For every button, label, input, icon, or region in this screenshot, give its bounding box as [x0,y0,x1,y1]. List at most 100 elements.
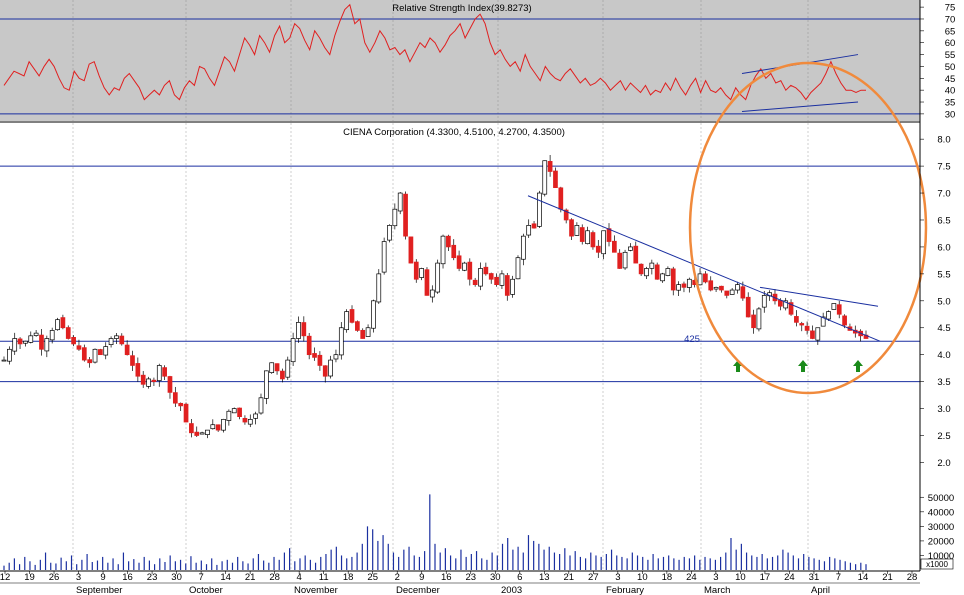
candle-body [242,417,248,423]
candle-body [317,354,323,366]
candle-body [504,275,510,296]
candle-body [633,245,639,264]
volume-tick-label: 40000 [928,507,954,518]
candle-body [472,279,478,285]
candle-body [189,423,194,434]
support-level-label: 425 [684,334,700,345]
candle-body [456,255,462,269]
rsi-background [0,0,920,121]
candle-body [231,408,237,414]
candle-body [146,378,151,387]
candle-body [119,335,125,345]
candle-body [397,192,403,212]
candle-body [547,161,553,172]
candle-body [649,262,655,269]
x-month-label: September [76,585,122,595]
candle-body [274,363,280,372]
candle-body [494,276,499,285]
candle-body [365,327,371,337]
candle-body [499,273,505,286]
candle-body [49,330,55,341]
candle-body [478,268,483,287]
candle-body [740,286,746,299]
candle-body [371,300,376,329]
right-axis: 30354045505560657075 2.0 2.5 3.0 3.5 4.0 4.5 5… [919,0,956,571]
candle-body [290,338,296,363]
rsi-axis-ticks: 30354045505560657075 [920,3,956,120]
volume-bars [3,494,867,570]
candle-body [33,332,39,336]
price-candles [1,155,869,439]
candle-body [349,309,355,323]
candle-body [296,322,301,339]
candle-body [462,262,467,271]
candle-body [483,266,489,275]
candle-body [124,344,130,356]
candle-body [579,227,585,242]
candle-body [376,273,382,303]
candle-body [55,319,60,331]
candle-body [178,402,184,407]
candle-body [162,367,167,377]
rsi-panel: Relative Strength Index(39.8273) [0,0,920,123]
candle-body [537,192,542,227]
candle-body [306,335,312,356]
candle-body [226,410,232,421]
candle-body [253,413,258,419]
candle-body [28,335,34,343]
price-axis-ticks: 2.0 2.5 3.0 3.5 4.0 4.5 5.0 5.5 6.0 6.5 7.0 7.5 8.0 [920,135,951,469]
volume-axis-ticks: 1000020000300004000050000 [920,493,954,562]
candle-body [413,261,419,280]
candle-body [724,290,730,296]
candle-body [665,268,671,276]
candle-body [17,338,23,345]
price-title: CIENA Corporation (4.3300, 4.5100, 4.270… [343,127,565,138]
price-horizontal-lines [0,165,920,383]
bottom-marker-arrow [853,360,863,372]
candle-body [344,311,350,331]
candle-body [842,315,847,326]
price-panel: CIENA Corporation (4.3300, 4.5100, 4.270… [0,61,928,570]
candle-body [322,365,328,377]
x-month-label: 2003 [501,585,522,595]
candle-body [7,348,12,362]
candle-body [569,219,574,237]
candle-body [751,314,756,329]
candle-body [210,424,216,430]
candle-body [713,286,719,290]
candle-body [92,348,98,363]
candle-body [12,338,18,352]
candle-body [419,268,424,278]
candle-body [199,432,205,435]
candle-body [429,289,435,298]
price-tick-label: 7.5 [937,162,950,173]
rsi-tick-label: 30 [945,109,956,120]
candle-body [440,235,446,265]
rsi-tick-label: 60 [945,38,956,49]
rsi-tick-label: 65 [945,26,956,37]
candle-body [76,345,82,350]
candle-body [205,429,210,435]
candle-body [65,327,71,339]
candle-body [654,264,660,280]
candle-body [221,418,226,431]
candle-body [280,370,285,380]
candle-body [799,323,805,326]
candle-body [258,397,264,414]
price-tick-label: 6.0 [937,242,950,253]
candle-body [269,362,275,373]
price-tick-label: 3.5 [937,377,950,388]
price-trendline [527,195,881,342]
candle-body [531,223,537,229]
candle-body [515,257,521,280]
candle-body [435,262,441,293]
candle-body [451,244,457,259]
candle-body [826,311,831,320]
candle-body [590,232,596,248]
candle-body [355,321,360,331]
candle-body [703,273,708,283]
rsi-tick-label: 55 [945,50,956,61]
candle-body [676,284,681,291]
candle-body [312,353,317,358]
candle-body [670,268,676,291]
